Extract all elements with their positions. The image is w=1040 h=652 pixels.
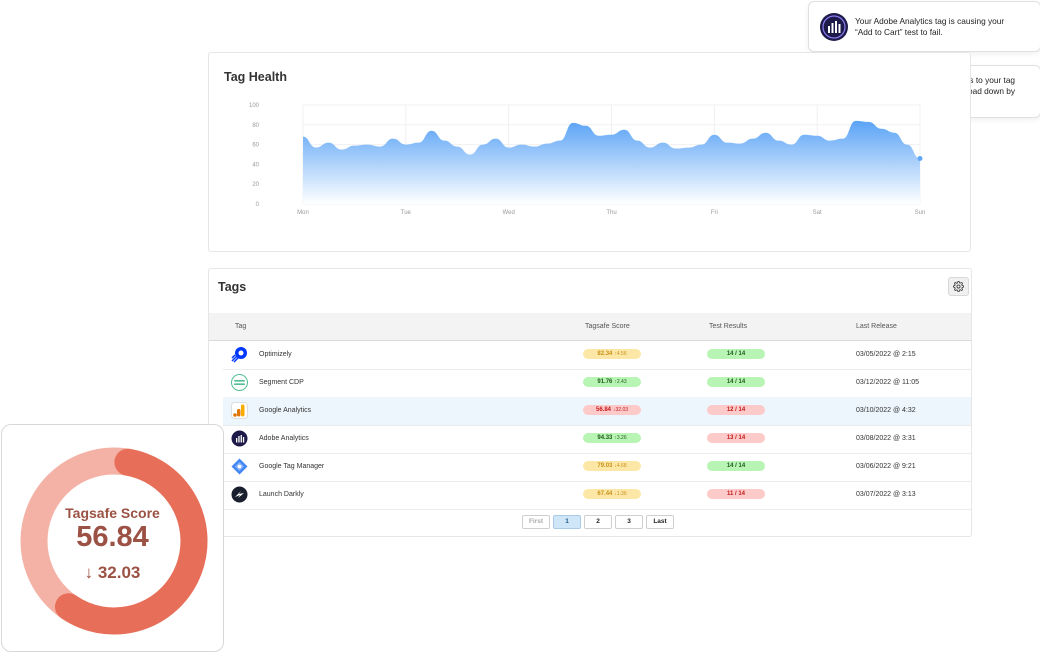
notification-line: “Add to Cart” test to fail. bbox=[855, 26, 943, 37]
table-row[interactable]: Google Analytics 56.84 ↓32.03 12 / 14 03/… bbox=[223, 397, 971, 426]
adobe-analytics-icon bbox=[231, 430, 248, 447]
optimizely-icon bbox=[231, 347, 247, 363]
tags-card: Tags Tag Tagsafe Score Test Results Last… bbox=[208, 268, 972, 537]
score-badge: 94.33 ↑3.26 bbox=[583, 433, 641, 443]
x-tick-label: Fri bbox=[711, 210, 718, 216]
score-badge: 82.34 ↑4.56 bbox=[583, 349, 641, 359]
y-tick-label: 40 bbox=[252, 162, 259, 168]
score-delta: ↑3.26 bbox=[614, 435, 627, 441]
notification-text: Your Adobe Analytics tag is causing your… bbox=[855, 16, 1035, 37]
page-3-button[interactable]: 3 bbox=[615, 515, 643, 529]
notification-line: Your Adobe Analytics tag is causing your bbox=[855, 16, 1005, 26]
column-header-results[interactable]: Test Results bbox=[709, 323, 747, 330]
score-label: Tagsafe Score bbox=[65, 505, 160, 521]
tag-name: Adobe Analytics bbox=[259, 435, 309, 442]
column-header-score[interactable]: Tagsafe Score bbox=[585, 323, 630, 330]
test-results-badge: 14 / 14 bbox=[707, 461, 765, 471]
score-delta: ↓1.36 bbox=[614, 491, 627, 497]
y-tick-label: 60 bbox=[252, 143, 259, 149]
test-results-badge: 12 / 14 bbox=[707, 405, 765, 415]
table-row[interactable]: Adobe Analytics 94.33 ↑3.26 13 / 14 03/08… bbox=[223, 425, 971, 454]
launch-darkly-icon bbox=[231, 486, 248, 503]
tag-name: Optimizely bbox=[259, 351, 292, 358]
page-1-button[interactable]: 1 bbox=[553, 515, 581, 529]
table-row[interactable]: Optimizely 82.34 ↑4.56 14 / 14 03/05/2022… bbox=[223, 341, 971, 370]
tag-name: Google Tag Manager bbox=[259, 463, 325, 470]
score-value: 91.76 bbox=[597, 379, 613, 385]
last-release: 03/06/2022 @ 9:21 bbox=[856, 463, 916, 470]
x-tick-label: Wed bbox=[503, 210, 515, 216]
tagsafe-score-card: Tagsafe Score 56.84 ↓ 32.03 bbox=[1, 424, 224, 652]
score-badge: 79.03 ↓4.68 bbox=[583, 461, 641, 471]
last-release: 03/07/2022 @ 3:13 bbox=[856, 491, 916, 498]
x-tick-label: Sun bbox=[915, 210, 926, 216]
tag-name: Google Analytics bbox=[259, 407, 312, 414]
score-delta: ↑2.43 bbox=[614, 379, 627, 385]
table-row[interactable]: Segment CDP 91.76 ↑2.43 14 / 14 03/12/202… bbox=[223, 369, 971, 398]
score-badge: 56.84 ↓32.03 bbox=[583, 405, 641, 415]
gear-icon bbox=[953, 281, 964, 292]
page-2-button[interactable]: 2 bbox=[584, 515, 612, 529]
notification-adobe-analytics[interactable]: Your Adobe Analytics tag is causing your… bbox=[808, 1, 1040, 52]
score-badge: 91.76 ↑2.43 bbox=[583, 377, 641, 387]
score-badge: 67.44 ↓1.36 bbox=[583, 489, 641, 499]
y-tick-label: 20 bbox=[252, 182, 259, 188]
y-tick-label: 0 bbox=[256, 202, 260, 208]
test-results-badge: 11 / 14 bbox=[707, 489, 765, 499]
last-release: 03/12/2022 @ 11:05 bbox=[856, 379, 920, 386]
test-results-badge: 14 / 14 bbox=[707, 349, 765, 359]
score-value: 56.84 bbox=[76, 521, 149, 553]
score-value: 79.03 bbox=[597, 463, 613, 469]
table-row[interactable]: Google Tag Manager 79.03 ↓4.68 14 / 14 03… bbox=[223, 453, 971, 482]
x-tick-label: Tue bbox=[401, 210, 412, 216]
settings-button[interactable] bbox=[948, 277, 969, 296]
score-value: 67.44 bbox=[597, 491, 613, 497]
column-header-tag[interactable]: Tag bbox=[235, 323, 246, 330]
score-delta: ↓32.03 bbox=[613, 407, 629, 413]
x-tick-label: Thu bbox=[606, 210, 616, 216]
x-tick-label: Sat bbox=[813, 210, 822, 216]
page-last-button[interactable]: Last bbox=[646, 515, 674, 529]
last-release: 03/05/2022 @ 2:15 bbox=[856, 351, 916, 358]
pagination: First 1 2 3 Last bbox=[522, 515, 674, 529]
tag-health-card: Tag Health 100 80 60 40 20 0 Mon Tue Wed Thu Fri Sa… bbox=[208, 52, 971, 252]
column-header-release[interactable]: Last Release bbox=[856, 323, 897, 330]
score-value: 56.84 bbox=[595, 407, 611, 413]
last-point-marker[interactable] bbox=[917, 155, 923, 161]
y-tick-label: 100 bbox=[249, 103, 260, 109]
tag-name: Segment CDP bbox=[259, 379, 304, 386]
score-delta: ↓4.68 bbox=[614, 463, 627, 469]
score-change: ↓ 32.03 bbox=[84, 563, 141, 582]
segment-icon bbox=[231, 374, 248, 391]
test-results-badge: 14 / 14 bbox=[707, 377, 765, 387]
tag-name: Launch Darkly bbox=[259, 491, 304, 498]
tags-title: Tags bbox=[218, 280, 247, 294]
last-release: 03/08/2022 @ 3:31 bbox=[856, 435, 916, 442]
score-value: 82.34 bbox=[597, 351, 613, 357]
tag-health-chart: 100 80 60 40 20 0 Mon Tue Wed Thu Fri Sat Sun bbox=[249, 103, 926, 216]
google-tag-manager-icon bbox=[231, 458, 248, 475]
score-delta: ↑4.56 bbox=[614, 351, 627, 357]
adobe-analytics-icon bbox=[820, 13, 848, 41]
table-row[interactable]: Launch Darkly 67.44 ↓1.36 11 / 14 03/07/2… bbox=[223, 481, 971, 510]
y-tick-label: 80 bbox=[252, 123, 259, 129]
last-release: 03/10/2022 @ 4:32 bbox=[856, 407, 916, 414]
page-first-button[interactable]: First bbox=[522, 515, 550, 529]
x-tick-label: Mon bbox=[297, 210, 309, 216]
table-header: Tag Tagsafe Score Test Results Last Rele… bbox=[209, 313, 971, 341]
test-results-badge: 13 / 14 bbox=[707, 433, 765, 443]
score-value: 94.33 bbox=[597, 435, 613, 441]
google-analytics-icon bbox=[231, 402, 248, 419]
